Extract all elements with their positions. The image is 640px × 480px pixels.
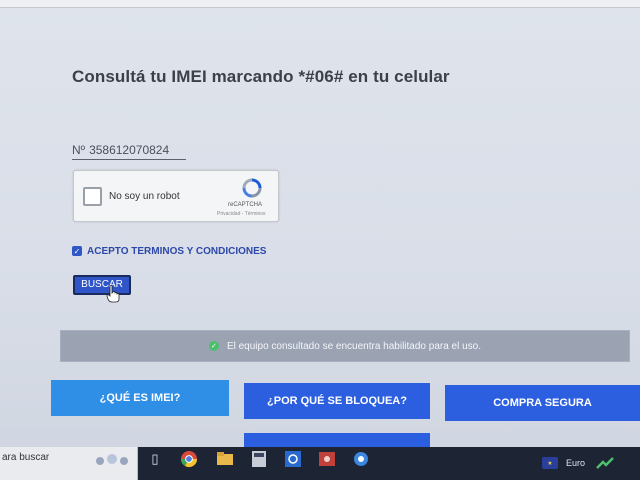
task-view-icon[interactable]: ▯ <box>142 448 168 470</box>
network-icon[interactable] <box>348 448 374 470</box>
calculator-icon[interactable] <box>246 448 272 470</box>
what-is-imei-button[interactable]: ¿QUÉ ES IMEI? <box>51 380 229 416</box>
language-indicator[interactable]: Euro <box>566 458 585 468</box>
terms-checkbox[interactable]: ✓ <box>72 246 82 256</box>
taskbar-search-placeholder: ara buscar <box>2 452 50 463</box>
trend-arrow-icon <box>596 457 614 469</box>
screen: Consultá tu IMEI marcando *#06# en tu ce… <box>0 0 640 480</box>
check-circle-icon: ✓ <box>208 341 219 351</box>
terms-label: ACEPTO TERMINOS Y CONDICIONES <box>87 245 267 257</box>
media-icon[interactable] <box>314 448 340 470</box>
taskbar: ara buscar ▯ ★ Euro <box>0 447 640 480</box>
app-icon[interactable] <box>280 448 306 470</box>
taskbar-search-box[interactable]: ara buscar <box>0 447 138 480</box>
terms-row[interactable]: ✓ ACEPTO TERMINOS Y CONDICIONES <box>72 244 266 258</box>
recaptcha-brand: reCAPTCHA <box>228 202 263 208</box>
cortana-icon <box>96 454 128 465</box>
file-explorer-icon[interactable] <box>212 448 238 470</box>
status-message-bar: ✓ El equipo consultado se encuentra habi… <box>60 330 630 362</box>
recaptcha-logo-icon <box>242 178 262 198</box>
chrome-icon[interactable] <box>176 448 202 470</box>
imei-value: 358612070824 <box>89 143 170 157</box>
why-blocked-button[interactable]: ¿POR QUÉ SE BLOQUEA? <box>244 383 430 419</box>
hand-cursor-icon <box>106 285 120 303</box>
search-button[interactable]: BUSCAR <box>73 275 131 295</box>
page-title: Consultá tu IMEI marcando *#06# en tu ce… <box>72 67 450 86</box>
imei-prefix: Nº <box>72 143 86 157</box>
extra-nav-button[interactable] <box>244 433 430 447</box>
eu-flag-icon: ★ <box>542 457 558 469</box>
recaptcha-checkbox[interactable] <box>83 187 102 206</box>
browser-top-strip <box>0 0 640 8</box>
imei-input[interactable]: Nº 358612070824 <box>72 140 186 160</box>
recaptcha-widget: No soy un robot reCAPTCHA Privacidad - T… <box>73 170 279 222</box>
safe-purchase-button[interactable]: COMPRA SEGURA <box>445 385 640 421</box>
recaptcha-label: No soy un robot <box>109 191 180 202</box>
recaptcha-terms[interactable]: Privacidad - Términos <box>217 211 266 217</box>
status-text: El equipo consultado se encuentra habili… <box>226 340 482 352</box>
